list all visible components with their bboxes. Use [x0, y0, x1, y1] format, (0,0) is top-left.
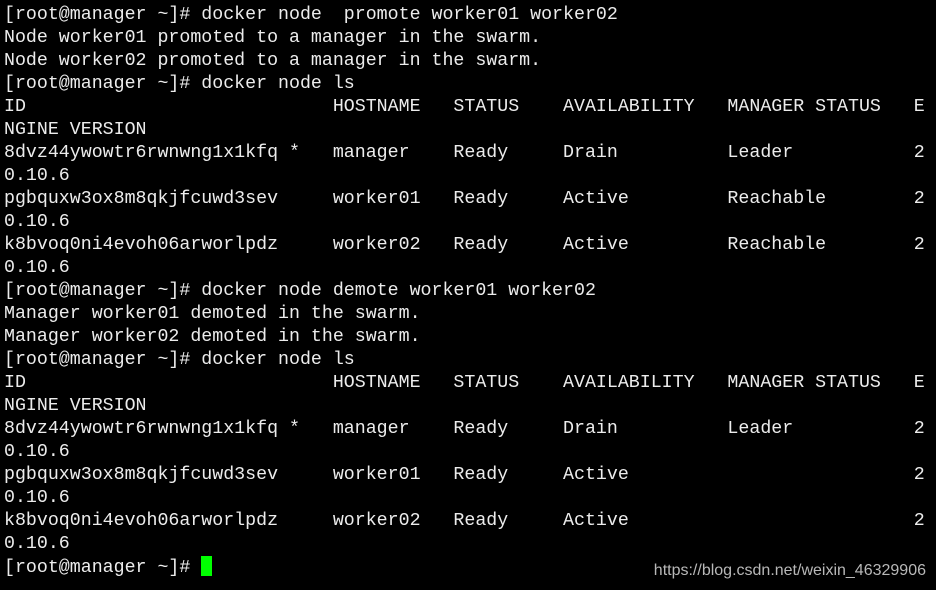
terminal-line: 0.10.6	[4, 258, 70, 278]
terminal-line: [root@manager ~]# docker node ls	[4, 74, 355, 94]
terminal-line: 8dvz44ywowtr6rwnwng1x1kfq * manager Read…	[4, 419, 925, 439]
terminal-line: ID HOSTNAME STATUS AVAILABILITY MANAGER …	[4, 373, 925, 393]
cursor-block-icon	[201, 556, 213, 576]
watermark: https://blog.csdn.net/weixin_46329906	[653, 562, 926, 579]
terminal-line: pgbquxw3ox8m8qkjfcuwd3sev worker01 Ready…	[4, 465, 925, 485]
terminal-line: k8bvoq0ni4evoh06arworlpdz worker02 Ready…	[4, 235, 925, 255]
shell-prompt: [root@manager ~]#	[4, 558, 202, 578]
terminal-line: pgbquxw3ox8m8qkjfcuwd3sev worker01 Ready…	[4, 189, 925, 209]
terminal-line: Node worker02 promoted to a manager in t…	[4, 51, 542, 71]
terminal-line: 0.10.6	[4, 212, 70, 232]
terminal-line: [root@manager ~]# docker node promote wo…	[4, 5, 618, 25]
terminal-output[interactable]: [root@manager ~]# docker node promote wo…	[4, 4, 936, 579]
terminal-line: Node worker01 promoted to a manager in t…	[4, 28, 542, 48]
terminal-line: [root@manager ~]# docker node ls	[4, 350, 355, 370]
terminal-line: 8dvz44ywowtr6rwnwng1x1kfq * manager Read…	[4, 143, 925, 163]
terminal-line: k8bvoq0ni4evoh06arworlpdz worker02 Ready…	[4, 511, 925, 531]
terminal-line: [root@manager ~]# docker node demote wor…	[4, 281, 596, 301]
terminal-line: 0.10.6	[4, 166, 70, 186]
terminal-line: 0.10.6	[4, 534, 70, 554]
terminal-line: 0.10.6	[4, 442, 70, 462]
terminal-line: NGINE VERSION	[4, 396, 147, 416]
terminal-line: Manager worker01 demoted in the swarm.	[4, 304, 421, 324]
terminal-line: 0.10.6	[4, 488, 70, 508]
terminal-line: Manager worker02 demoted in the swarm.	[4, 327, 421, 347]
terminal-line: ID HOSTNAME STATUS AVAILABILITY MANAGER …	[4, 97, 925, 117]
terminal-line: NGINE VERSION	[4, 120, 147, 140]
